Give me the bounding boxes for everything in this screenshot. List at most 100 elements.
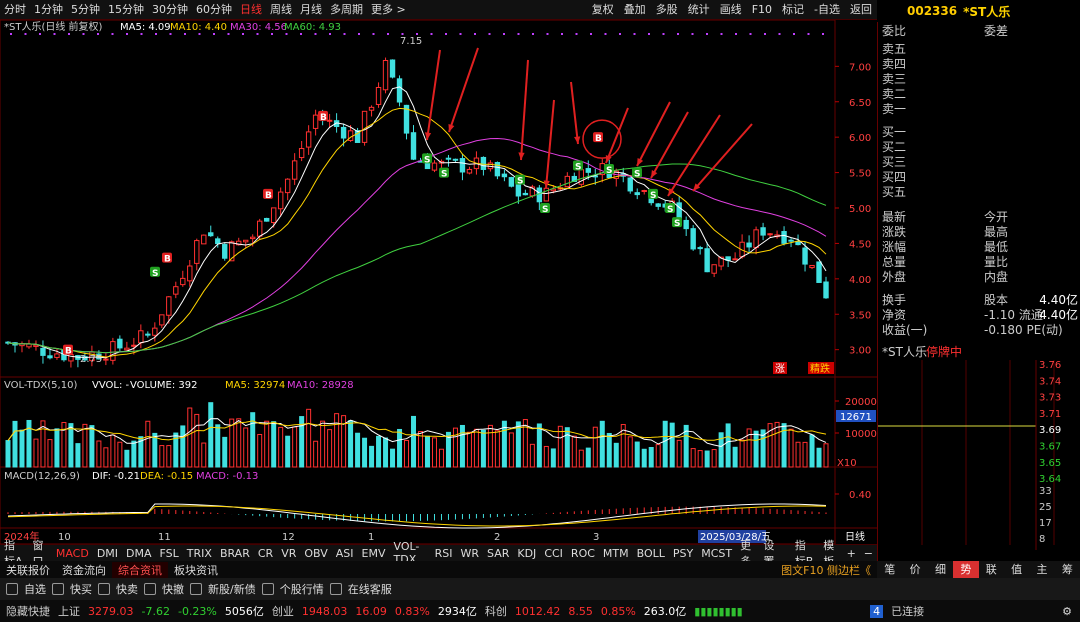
- quick-button[interactable]: 快撤: [162, 581, 184, 597]
- timeframe-tab[interactable]: 周线: [266, 0, 296, 20]
- svg-text:B: B: [65, 347, 72, 357]
- quick-button[interactable]: 在线客服: [348, 581, 392, 597]
- timeframe-tab[interactable]: 多周期: [326, 0, 367, 20]
- tool-button[interactable]: F10: [747, 0, 777, 20]
- timeframe-tab[interactable]: 15分钟: [104, 0, 148, 20]
- right-tab[interactable]: 笔: [877, 561, 902, 578]
- candle-body: [522, 192, 529, 196]
- indicator-tab[interactable]: DMI: [93, 547, 122, 560]
- quote-label: 涨幅: [882, 240, 907, 254]
- indicator-tab[interactable]: ASI: [332, 547, 358, 560]
- volume-bar: [54, 428, 60, 468]
- marker-dot: [459, 33, 462, 35]
- tool-button[interactable]: 标记: [777, 0, 809, 20]
- indicator-right-button[interactable]: +: [843, 547, 860, 560]
- timeframe-tab[interactable]: 日线: [236, 0, 266, 20]
- sell-signal-icon[interactable]: S: [439, 167, 449, 180]
- right-tab[interactable]: 细: [928, 561, 953, 578]
- candle-body: [208, 232, 214, 237]
- candle-body: [746, 242, 752, 248]
- indicator-tab[interactable]: MCST: [697, 547, 736, 560]
- indicator-tab[interactable]: BOLL: [633, 547, 669, 560]
- info-tab[interactable]: 综合资讯: [112, 561, 168, 578]
- info-tab[interactable]: 关联报价: [0, 562, 56, 578]
- sell-signal-icon[interactable]: S: [422, 153, 432, 165]
- indicator-tab[interactable]: KDJ: [513, 547, 540, 560]
- sell-signal-icon[interactable]: S: [150, 266, 160, 279]
- indicator-tab[interactable]: CR: [254, 547, 277, 560]
- indicator-tab[interactable]: TRIX: [183, 547, 216, 560]
- marker-dot: [256, 33, 259, 35]
- right-tab[interactable]: 主: [1029, 561, 1054, 578]
- tool-button[interactable]: 复权: [587, 0, 619, 20]
- marker-dot: [416, 33, 418, 35]
- tool-button[interactable]: -自选: [809, 0, 845, 20]
- indicator-tab[interactable]: DMA: [122, 547, 156, 560]
- tool-button[interactable]: 多股: [651, 0, 683, 20]
- info-tab[interactable]: 板块资讯: [168, 562, 224, 578]
- indicator-tab[interactable]: PSY: [669, 547, 697, 560]
- sell-signal-icon[interactable]: S: [672, 217, 682, 229]
- right-tab[interactable]: 价: [902, 561, 927, 578]
- indicator-tab[interactable]: MACD: [52, 547, 93, 560]
- marker-dot: [764, 33, 766, 35]
- indicator-tab[interactable]: MTM: [599, 547, 633, 560]
- candle-body: [634, 192, 640, 196]
- right-tab[interactable]: 联: [979, 561, 1004, 578]
- indicator-tab[interactable]: ROC: [567, 547, 599, 560]
- indicator-tab[interactable]: FSL: [156, 547, 183, 560]
- indicator-tab[interactable]: RSI: [431, 547, 457, 560]
- indicator-tab[interactable]: OBV: [300, 547, 331, 560]
- quote-label: 净资: [882, 308, 907, 322]
- timeframe-tab[interactable]: 30分钟: [148, 0, 192, 20]
- buy-signal-icon[interactable]: B: [263, 188, 273, 201]
- sell-signal-icon[interactable]: S: [515, 174, 525, 187]
- candle-body: [375, 86, 382, 105]
- indicator-tab[interactable]: VR: [277, 547, 300, 560]
- quick-button[interactable]: 自选: [24, 581, 46, 597]
- quick-icon: [190, 583, 202, 595]
- right-tab[interactable]: 势: [953, 561, 979, 578]
- indicator-tab[interactable]: CCI: [540, 547, 567, 560]
- buy-signal-icon[interactable]: B: [162, 252, 172, 265]
- indicator-tab[interactable]: EMV: [358, 547, 390, 560]
- candle-body: [124, 347, 130, 351]
- volume-bar: [418, 431, 423, 468]
- buy-signal-icon[interactable]: B: [318, 110, 328, 123]
- indicator-tab[interactable]: WR: [456, 547, 483, 560]
- sell-signal-icon[interactable]: S: [540, 203, 550, 215]
- timeframe-tab[interactable]: 分时: [0, 0, 30, 20]
- volume-bar: [578, 449, 584, 468]
- timeframe-tab[interactable]: 更多 >: [367, 0, 410, 20]
- timeframe-tab[interactable]: 月线: [296, 0, 326, 20]
- info-tab[interactable]: 资金流向: [56, 562, 112, 578]
- indicator-right-button[interactable]: −: [860, 547, 877, 560]
- timeframe-tab[interactable]: 1分钟: [30, 0, 67, 20]
- settings-icon[interactable]: ⚙: [1062, 605, 1072, 618]
- volume-ma-line: [7, 418, 827, 448]
- buy-signal-icon[interactable]: B: [593, 132, 603, 144]
- candle-body: [305, 131, 312, 148]
- sell-signal-icon[interactable]: S: [665, 203, 675, 215]
- buy-signal-icon[interactable]: B: [63, 344, 73, 357]
- tool-button[interactable]: 统计: [683, 0, 715, 20]
- kline-chart[interactable]: 7.00 6.50 6.00 5.50 5.00 4.50 4.00 3.50 3.00 *ST人…: [0, 20, 877, 544]
- quick-button[interactable]: 快卖: [116, 581, 138, 597]
- indicator-tab[interactable]: BRAR: [216, 547, 254, 560]
- right-tab[interactable]: 值: [1004, 561, 1029, 578]
- candle-body: [298, 148, 305, 159]
- tool-button[interactable]: 画线: [715, 0, 747, 20]
- tool-button[interactable]: 叠加: [619, 0, 651, 20]
- quick-button[interactable]: 快买: [70, 581, 92, 597]
- quick-button[interactable]: 新股/新债: [208, 581, 256, 597]
- timeframe-tab[interactable]: 60分钟: [192, 0, 236, 20]
- sell-signal-icon[interactable]: S: [648, 188, 658, 201]
- sidebar-toggle[interactable]: 图文F10 侧边栏《: [775, 562, 877, 578]
- right-tab[interactable]: 筹: [1055, 561, 1080, 578]
- indicator-tab[interactable]: SAR: [483, 547, 513, 560]
- timeframe-tab[interactable]: 5分钟: [67, 0, 104, 20]
- hide-shortcut[interactable]: 隐藏快捷: [6, 603, 50, 619]
- svg-text:S: S: [441, 170, 447, 180]
- quick-button[interactable]: 个股行情: [280, 581, 324, 597]
- tool-button[interactable]: 返回: [845, 0, 877, 20]
